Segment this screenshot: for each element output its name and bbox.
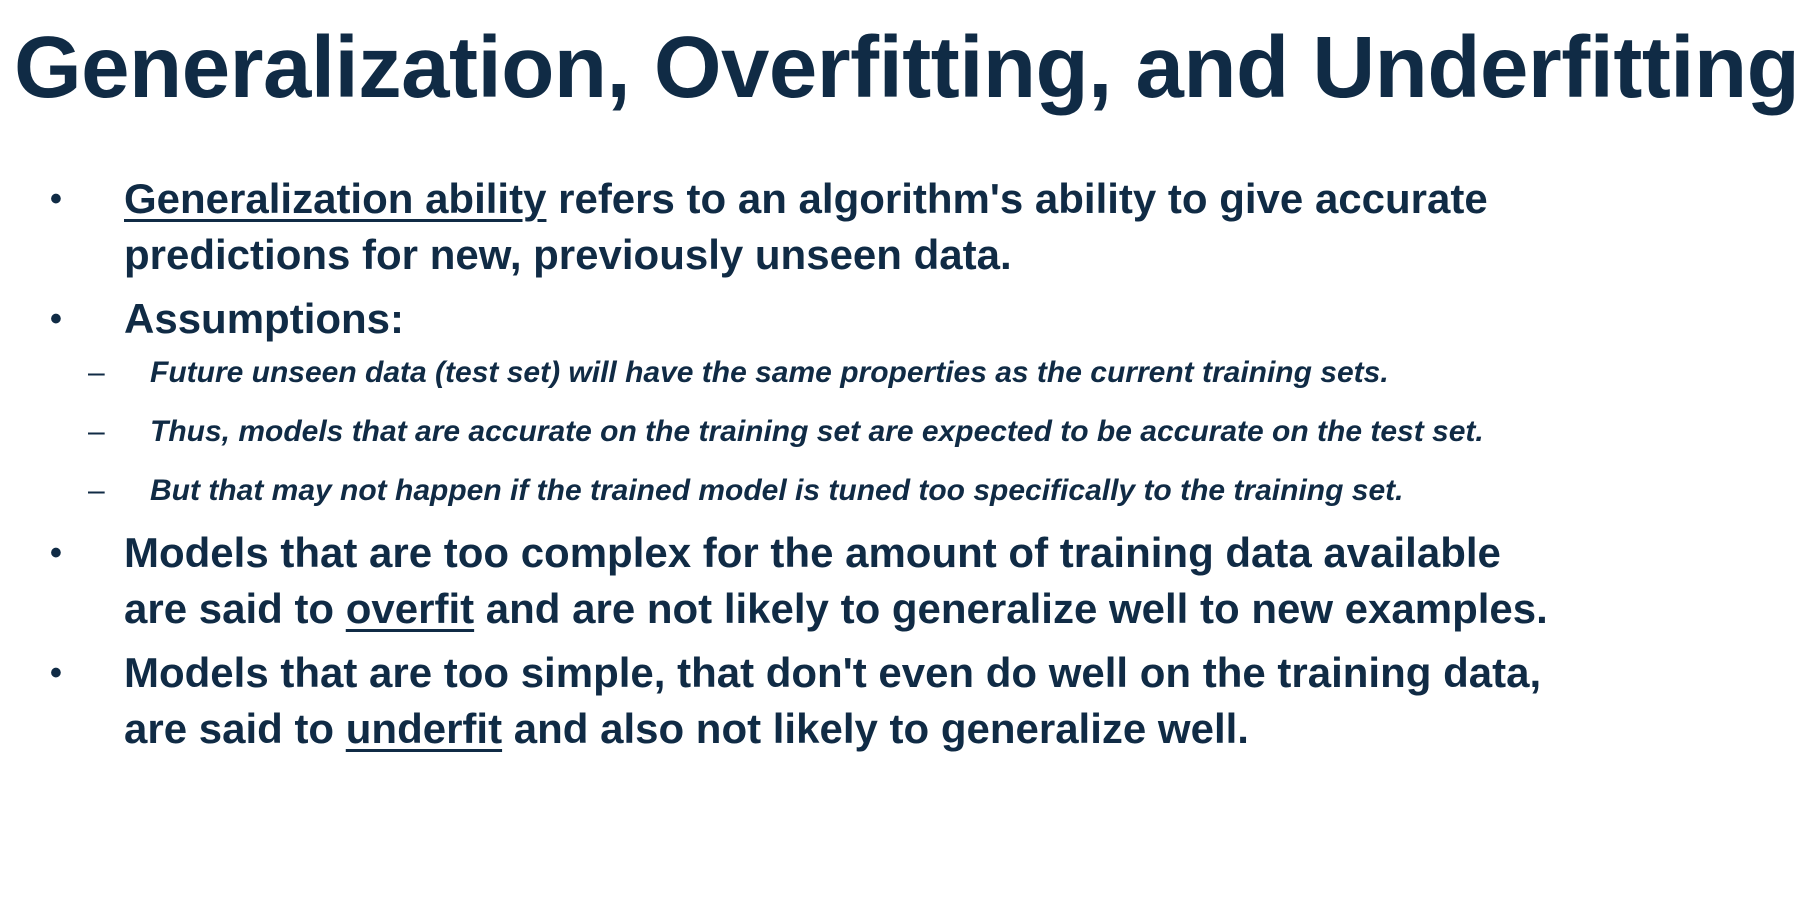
bullet-text: are said to — [124, 705, 346, 752]
bullet-assumptions: • Assumptions: — [50, 291, 405, 347]
bullet-marker: • — [50, 300, 62, 338]
subitem-text: Future unseen data (test set) will have … — [150, 356, 1389, 389]
bullet-text: Assumptions: — [124, 295, 405, 342]
bullet-text: and also not likely to generalize well. — [502, 705, 1249, 752]
bullet-line: are said to underfit and also not likely… — [124, 701, 1541, 757]
bullet-overfit: • Models that are too complex for the am… — [50, 525, 1548, 637]
bullet-line: Models that are too complex for the amou… — [124, 529, 1501, 576]
dash-marker: – — [88, 415, 105, 448]
subitem-tuned-too-specifically: – But that may not happen if the trained… — [88, 471, 1404, 511]
bullet-text: and are not likely to generalize well to… — [474, 585, 1548, 632]
dash-marker: – — [88, 474, 105, 507]
slide: Generalization, Overfitting, and Underfi… — [0, 0, 1808, 898]
bullet-marker: • — [50, 654, 62, 692]
subitem-text: Thus, models that are accurate on the tr… — [150, 415, 1484, 448]
subitem-accurate-models: – Thus, models that are accurate on the … — [88, 412, 1484, 452]
bullet-text: refers to an algorithm's ability to give… — [546, 175, 1488, 222]
bullet-marker: • — [50, 180, 62, 218]
subitem-future-unseen-data: – Future unseen data (test set) will hav… — [88, 353, 1389, 393]
bullet-text: are said to — [124, 585, 346, 632]
bullet-line: predictions for new, previously unseen d… — [124, 231, 1012, 278]
term-generalization-ability: Generalization ability — [124, 175, 547, 222]
bullet-generalization: • Generalization ability refers to an al… — [50, 171, 1488, 283]
term-overfit: overfit — [345, 585, 475, 632]
bullet-line: Models that are too simple, that don't e… — [124, 649, 1542, 696]
bullet-marker: • — [50, 534, 62, 572]
term-underfit: underfit — [345, 705, 503, 752]
dash-marker: – — [88, 356, 105, 389]
bullet-underfit: • Models that are too simple, that don't… — [50, 645, 1542, 757]
bullet-line: are said to overfit and are not likely t… — [124, 581, 1548, 637]
slide-title: Generalization, Overfitting, and Underfi… — [14, 19, 1800, 116]
subitem-text: But that may not happen if the trained m… — [150, 474, 1404, 507]
bullet-line: Generalization ability refers to an algo… — [124, 171, 1488, 227]
